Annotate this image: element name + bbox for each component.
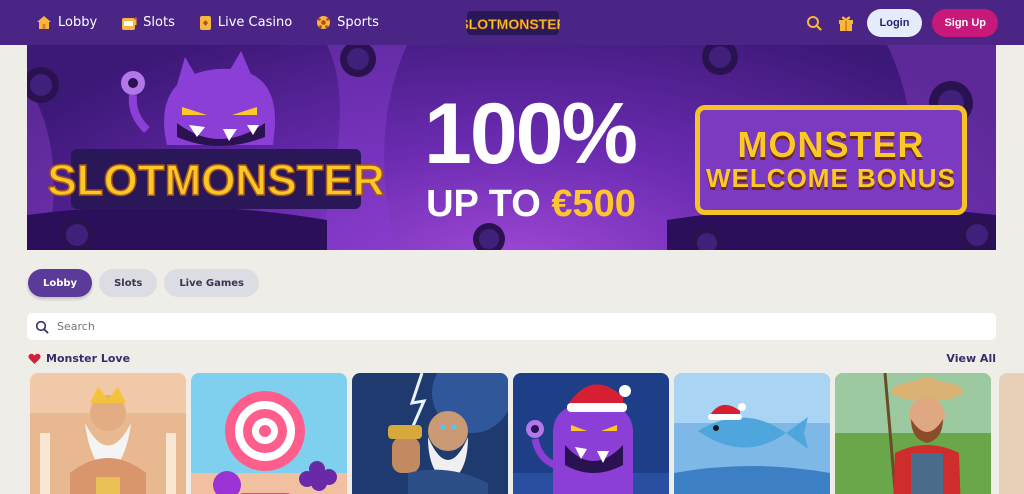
- zeus-temple-game: [30, 373, 186, 494]
- main-nav: Lobby Slots Live Casino Sports: [36, 15, 379, 31]
- category-tabs: Lobby Slots Live Games: [28, 269, 260, 297]
- section-title: Monster Love: [28, 352, 130, 365]
- game-card-partial[interactable]: [999, 373, 1024, 494]
- game-card[interactable]: [513, 373, 669, 494]
- banner-amount: €500: [551, 183, 636, 225]
- nav-item-slots[interactable]: Slots: [121, 15, 175, 31]
- search-icon[interactable]: [803, 12, 825, 34]
- nav-item-label: Sports: [337, 15, 379, 30]
- search-bar: [27, 313, 996, 340]
- game-card[interactable]: [30, 373, 186, 494]
- game-card[interactable]: [835, 373, 991, 494]
- heart-icon: [28, 353, 41, 364]
- sweet-candy-game: [191, 373, 347, 494]
- nav-item-sports[interactable]: Sports: [316, 15, 379, 30]
- slotmonster-logo[interactable]: SLOTMONSTER: [466, 9, 560, 37]
- signup-button[interactable]: Sign Up: [932, 9, 998, 37]
- section-header: Monster Love View All: [28, 352, 996, 365]
- bonus-line-2: WELCOME BONUS: [706, 162, 956, 193]
- banner-subline: UP TO €500: [391, 183, 671, 226]
- ball-icon: [317, 16, 331, 29]
- monster-santa-game: [513, 373, 669, 494]
- game-carousel: [30, 373, 991, 494]
- view-all-link[interactable]: View All: [946, 352, 996, 365]
- slot-machine-icon: [122, 16, 138, 30]
- nav-item-label: Slots: [143, 15, 175, 30]
- tab-live-games[interactable]: Live Games: [164, 269, 260, 297]
- top-navbar: Lobby Slots Live Casino Sports SLOTMONST…: [0, 0, 1024, 45]
- fish-santa-game: [674, 373, 830, 494]
- nav-actions: Login Sign Up: [803, 9, 998, 37]
- section-title-text: Monster Love: [46, 352, 131, 365]
- promo-banner[interactable]: SLOTMONSTER 100% UP TO €500 MONSTER WELC…: [27, 45, 996, 250]
- svg-text:SLOTMONSTER: SLOTMONSTER: [47, 156, 384, 205]
- banner-headline: 100%: [424, 86, 638, 182]
- tab-lobby[interactable]: Lobby: [28, 269, 93, 297]
- game-card[interactable]: [352, 373, 508, 494]
- home-icon: [37, 16, 51, 29]
- nav-item-label: Live Casino: [217, 15, 293, 30]
- zeus-lightning-game: [352, 373, 508, 494]
- cards-icon: [199, 15, 211, 30]
- gift-icon[interactable]: [835, 12, 857, 34]
- fisherman-game: [835, 373, 991, 494]
- nav-item-lobby[interactable]: Lobby: [36, 15, 97, 30]
- banner-subline-prefix: UP TO: [426, 183, 552, 225]
- nav-item-label: Lobby: [58, 15, 98, 30]
- bonus-line-1: MONSTER: [737, 124, 925, 166]
- game-card[interactable]: [191, 373, 347, 494]
- search-input[interactable]: [57, 320, 957, 333]
- tab-slots[interactable]: Slots: [99, 269, 158, 297]
- login-button[interactable]: Login: [866, 9, 923, 37]
- nav-item-live-casino[interactable]: Live Casino: [199, 15, 292, 31]
- search-icon: [35, 320, 49, 334]
- bonus-box: MONSTER WELCOME BONUS: [695, 105, 967, 215]
- svg-text:SLOTMONSTER: SLOTMONSTER: [466, 16, 560, 32]
- monster-mascot: [121, 51, 276, 146]
- game-card[interactable]: [674, 373, 830, 494]
